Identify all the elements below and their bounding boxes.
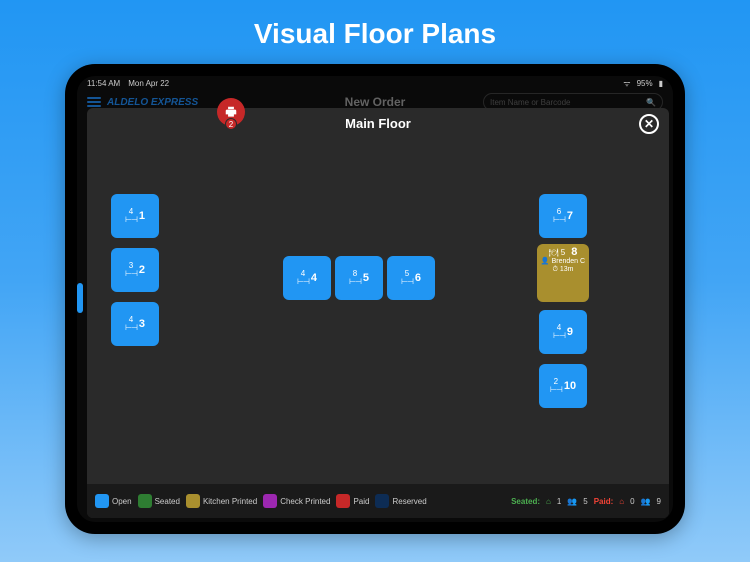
seated-guests-count: 5 [583, 497, 587, 506]
legend-item-kitchen-printed: Kitchen Printed [186, 494, 257, 508]
legend-item-open: Open [95, 494, 132, 508]
printer-button[interactable]: 2 [217, 98, 245, 126]
legend-swatch [95, 494, 109, 508]
ipad-frame: 11:54 AM Mon Apr 22 ᯤ 95% ▮ ALDELO EXPRE… [65, 64, 685, 534]
wifi-icon: ᯤ [623, 78, 630, 89]
paid-tables-count: 0 [630, 497, 634, 506]
modal-header: Main Floor [87, 108, 669, 139]
seats-icon: ⊢⊣ [553, 216, 565, 224]
table-5[interactable]: 8⊢⊣5 [335, 256, 383, 300]
app-brand: ALDELO EXPRESS [107, 97, 198, 108]
legend-label: Check Printed [280, 497, 330, 506]
seats-icon: ⊢⊣ [125, 324, 137, 332]
table-number: 10 [564, 380, 576, 392]
seats-icon: ⊢⊣ [125, 270, 137, 278]
printer-icon [224, 105, 238, 119]
table-8[interactable]: 🍽58👤 Brenden C⏱ 13m [537, 244, 589, 302]
table-7[interactable]: 6⊢⊣7 [539, 194, 587, 238]
paid-guests-count: 9 [657, 497, 661, 506]
server-name: 👤 Brenden C [541, 258, 585, 266]
side-drawer-handle[interactable] [77, 283, 83, 313]
legend-statuses: Open Seated Kitchen Printed Check Printed Pa… [95, 494, 427, 508]
legend-label: Seated [155, 497, 180, 506]
table-4[interactable]: 4⊢⊣4 [283, 256, 331, 300]
floor-plan-modal: 2 Main Floor 4⊢⊣13⊢⊣24⊢⊣34⊢⊣48⊢⊣55⊢⊣66⊢⊣… [87, 108, 669, 518]
table-number: 5 [363, 272, 369, 284]
battery-percent: 95% [637, 79, 653, 88]
legend-item-paid: Paid [336, 494, 369, 508]
legend-label: Open [112, 497, 132, 506]
legend-bar: Open Seated Kitchen Printed Check Printed Pa… [87, 484, 669, 518]
table-2[interactable]: 3⊢⊣2 [111, 248, 159, 292]
seats-icon: ⊢⊣ [401, 278, 413, 286]
menu-icon[interactable] [87, 97, 101, 107]
table-number: 9 [567, 326, 573, 338]
close-button[interactable] [639, 114, 659, 134]
legend-label: Kitchen Printed [203, 497, 257, 506]
search-icon: 🔍 [646, 98, 656, 107]
table-number: 8 [571, 246, 577, 258]
search-placeholder: Item Name or Barcode [490, 98, 570, 107]
legend-swatch [375, 494, 389, 508]
promo-title: Visual Floor Plans [254, 18, 496, 50]
paid-label: Paid: [594, 497, 614, 506]
legend-swatch [186, 494, 200, 508]
paid-guests-icon: 👥 [641, 497, 651, 506]
table-number: 7 [567, 210, 573, 222]
seats-icon: ⊢⊣ [349, 278, 361, 286]
legend-label: Reserved [392, 497, 426, 506]
seated-guests-icon: 👥 [567, 497, 577, 506]
status-time: 11:54 AM [87, 79, 120, 88]
app-header-title: New Order [345, 95, 406, 109]
legend-swatch [263, 494, 277, 508]
ipad-screen: 11:54 AM Mon Apr 22 ᯤ 95% ▮ ALDELO EXPRE… [77, 76, 673, 522]
legend-item-reserved: Reserved [375, 494, 426, 508]
table-6[interactable]: 5⊢⊣6 [387, 256, 435, 300]
elapsed-time: ⏱ 13m [552, 266, 573, 274]
legend-swatch [336, 494, 350, 508]
status-date: Mon Apr 22 [128, 79, 169, 88]
legend-swatch [138, 494, 152, 508]
table-10[interactable]: 2⊢⊣10 [539, 364, 587, 408]
seats-icon: ⊢⊣ [553, 332, 565, 340]
seated-tables-count: 1 [557, 497, 561, 506]
legend-item-seated: Seated [138, 494, 180, 508]
seats-icon: ⊢⊣ [550, 386, 562, 394]
legend-label: Paid [353, 497, 369, 506]
modal-title: Main Floor [345, 116, 411, 131]
table-1[interactable]: 4⊢⊣1 [111, 194, 159, 238]
table-capacity: 5 [561, 248, 565, 257]
floor-plan-canvas[interactable]: 4⊢⊣13⊢⊣24⊢⊣34⊢⊣48⊢⊣55⊢⊣66⊢⊣7🍽58👤 Brenden… [87, 144, 669, 484]
battery-icon: ▮ [659, 79, 663, 88]
table-9[interactable]: 4⊢⊣9 [539, 310, 587, 354]
seats-icon: ⊢⊣ [297, 278, 309, 286]
table-3[interactable]: 4⊢⊣3 [111, 302, 159, 346]
status-bar: 11:54 AM Mon Apr 22 ᯤ 95% ▮ [77, 76, 673, 91]
legend-item-check-printed: Check Printed [263, 494, 330, 508]
paid-tables-icon: ⌂ [619, 497, 624, 506]
seats-icon: ⊢⊣ [125, 216, 137, 224]
printer-badge-count: 2 [225, 118, 237, 130]
table-number: 1 [139, 210, 145, 222]
table-icon: 🍽 [549, 248, 559, 257]
table-number: 6 [415, 272, 421, 284]
seated-tables-icon: ⌂ [546, 497, 551, 506]
legend-stats: Seated: ⌂ 1 👥 5 Paid: ⌂ 0 👥 9 [511, 497, 661, 506]
table-number: 3 [139, 318, 145, 330]
seated-label: Seated: [511, 497, 540, 506]
table-number: 4 [311, 272, 317, 284]
table-number: 2 [139, 264, 145, 276]
